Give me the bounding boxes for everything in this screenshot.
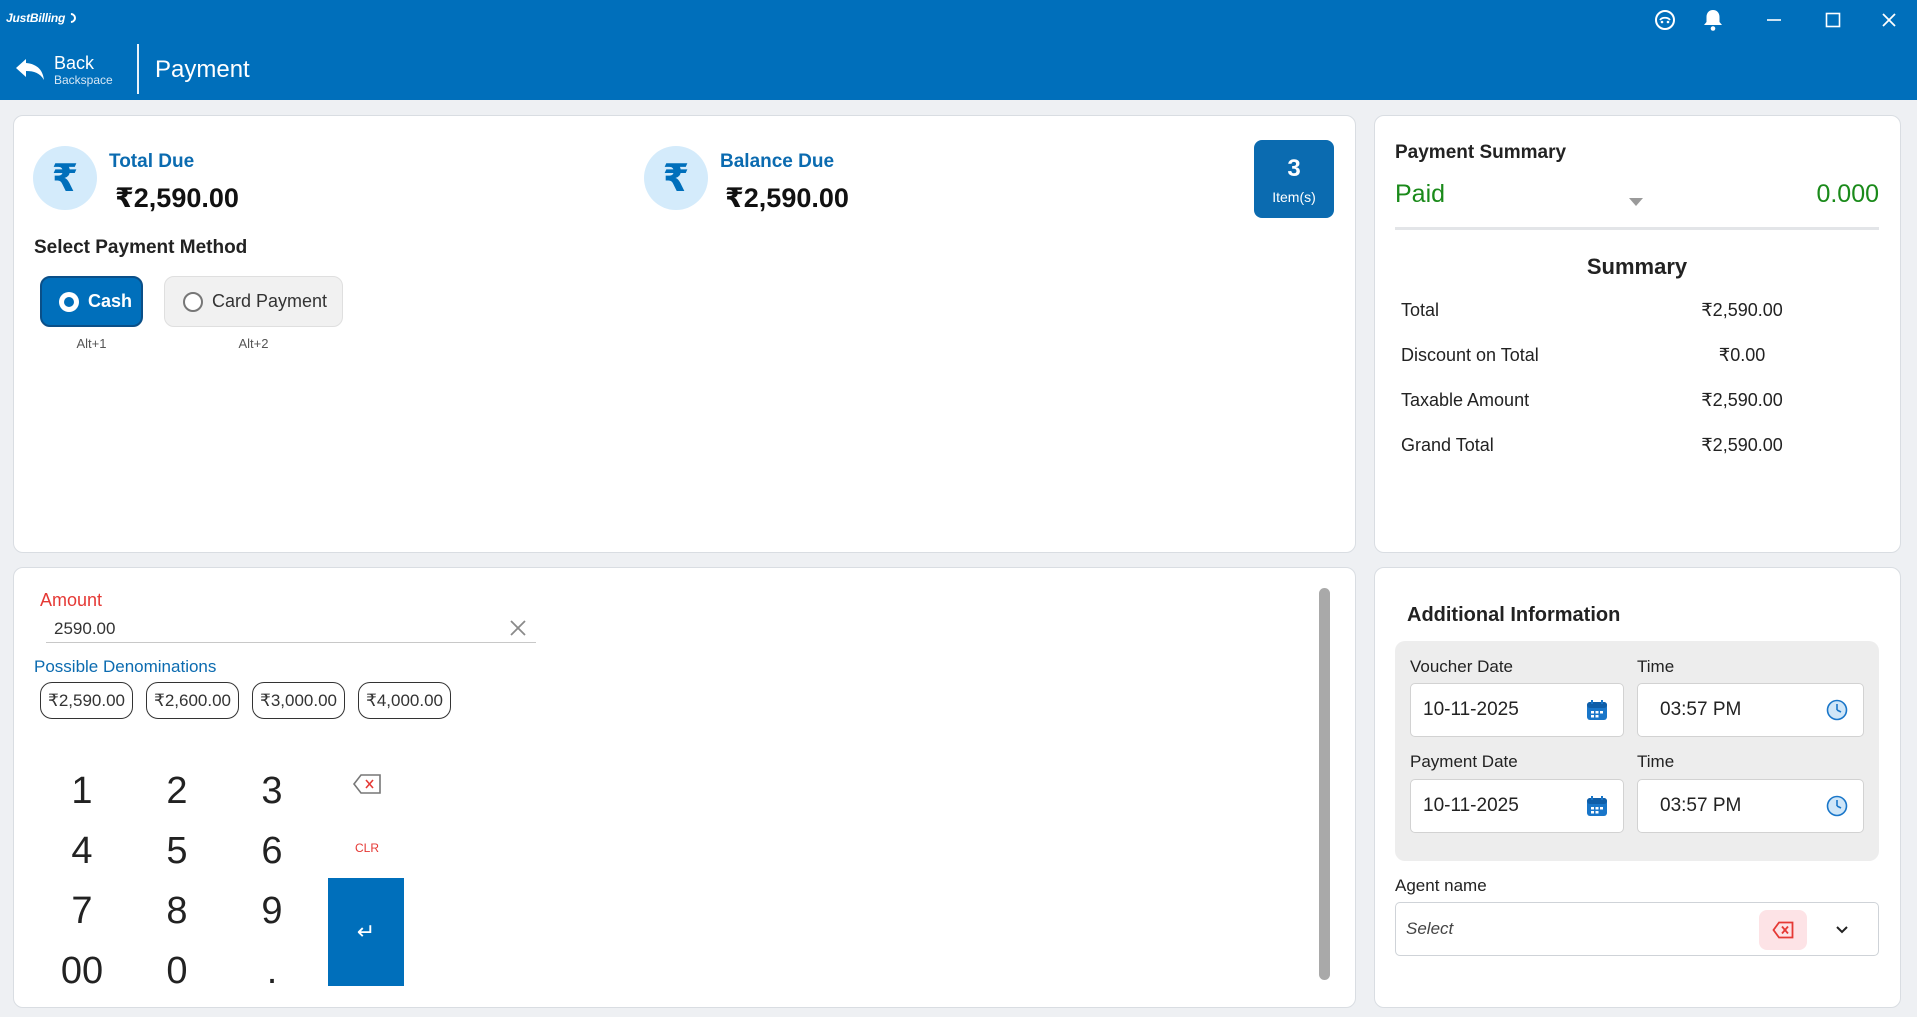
- payment-time-label: Time: [1637, 752, 1675, 771]
- payment-time-value: 03:57 PM: [1660, 795, 1742, 816]
- card-shortcut-hint: Alt+2: [238, 336, 269, 351]
- page-title: Payment: [155, 56, 250, 83]
- keypad-key-00[interactable]: 00: [52, 945, 112, 997]
- clock-icon[interactable]: [1823, 696, 1851, 724]
- payment-date-value: 10-11-2025: [1423, 795, 1519, 816]
- clock-icon[interactable]: [1823, 792, 1851, 820]
- paid-expand-caret-icon[interactable]: [1629, 198, 1643, 206]
- amount-input[interactable]: [46, 615, 536, 643]
- keypad-key-4[interactable]: 4: [52, 825, 112, 877]
- amount-label: Amount: [40, 590, 103, 610]
- keypad-key-5[interactable]: 5: [147, 825, 207, 877]
- calendar-icon[interactable]: [1583, 792, 1611, 820]
- denominations-label: Possible Denominations: [34, 657, 217, 676]
- additional-info-title: Additional Information: [1407, 604, 1621, 626]
- title-bar: JustBilling: [0, 0, 1917, 40]
- radio-unselected-icon: [183, 291, 203, 312]
- voucher-date-field[interactable]: 10-11-2025: [1410, 683, 1624, 737]
- summary-row-label: Grand Total: [1401, 435, 1494, 455]
- app-logo-text: JustBilling: [6, 11, 66, 25]
- keypad-backspace-icon[interactable]: [337, 758, 397, 810]
- maximize-icon[interactable]: [1813, 6, 1853, 34]
- notification-bell-icon[interactable]: [1693, 6, 1733, 34]
- voucher-time-label: Time: [1637, 657, 1675, 676]
- clear-agent-icon[interactable]: [1759, 910, 1807, 950]
- payment-method-cash[interactable]: Cash: [40, 276, 143, 327]
- keypad-key-8[interactable]: 8: [147, 885, 207, 937]
- agent-name-select[interactable]: Select: [1395, 902, 1879, 956]
- calendar-icon[interactable]: [1583, 696, 1611, 724]
- back-shortcut-hint: Backspace: [54, 73, 113, 87]
- back-button[interactable]: Back Backspace: [14, 50, 113, 90]
- denomination-chip[interactable]: ₹2,590.00: [40, 682, 133, 719]
- keypad-key-6[interactable]: 6: [242, 825, 302, 877]
- payment-date-field[interactable]: 10-11-2025: [1410, 779, 1624, 833]
- header-divider: [137, 44, 139, 94]
- support-chat-icon[interactable]: [1645, 6, 1685, 34]
- payment-summary-title: Payment Summary: [1395, 142, 1567, 163]
- back-arrow-icon: [16, 59, 44, 80]
- back-label: Back: [54, 53, 95, 73]
- summary-row-value: ₹2,590.00: [1701, 390, 1783, 410]
- keypad-key-0[interactable]: 0: [147, 945, 207, 997]
- payment-method-card[interactable]: Card Payment: [164, 276, 343, 327]
- payment-method-title: Select Payment Method: [34, 237, 248, 258]
- payment-method-label: Card Payment: [212, 291, 328, 311]
- total-due-value: ₹2,590.00: [115, 183, 239, 213]
- summary-row-value: ₹0.00: [1718, 345, 1766, 365]
- keypad-key-decimal[interactable]: .: [242, 945, 302, 997]
- clear-amount-icon[interactable]: [506, 616, 530, 640]
- agent-name-label: Agent name: [1395, 876, 1487, 895]
- voucher-time-field[interactable]: 03:57 PM: [1637, 683, 1864, 737]
- denomination-chip[interactable]: ₹2,600.00: [146, 682, 239, 719]
- summary-row-value: ₹2,590.00: [1701, 300, 1783, 320]
- chevron-down-icon[interactable]: [1830, 918, 1854, 942]
- app-logo: JustBilling: [6, 10, 79, 26]
- summary-row-value: ₹2,590.00: [1701, 435, 1783, 455]
- keypad-key-3[interactable]: 3: [242, 765, 302, 817]
- rupee-icon: ₹: [644, 146, 708, 210]
- radio-selected-icon: [59, 291, 79, 312]
- summary-row-label: Discount on Total: [1401, 345, 1539, 365]
- paid-label: Paid: [1395, 180, 1446, 208]
- amount-panel-scrollbar[interactable]: [1319, 588, 1330, 980]
- rupee-icon: ₹: [33, 146, 97, 210]
- payment-method-label: Cash: [88, 291, 133, 311]
- minimize-icon[interactable]: [1754, 6, 1794, 34]
- total-due-label: Total Due: [109, 151, 195, 172]
- items-label: Item(s): [1272, 189, 1316, 205]
- keypad-key-2[interactable]: 2: [147, 765, 207, 817]
- keypad-key-1[interactable]: 1: [52, 765, 112, 817]
- denomination-chip[interactable]: ₹3,000.00: [252, 682, 345, 719]
- summary-row-label: Total: [1401, 300, 1440, 320]
- keypad-key-7[interactable]: 7: [52, 885, 112, 937]
- keypad-enter-button[interactable]: ↵: [328, 878, 404, 986]
- voucher-date-label: Voucher Date: [1410, 657, 1514, 676]
- payment-time-field[interactable]: 03:57 PM: [1637, 779, 1864, 833]
- close-window-icon[interactable]: [1869, 6, 1909, 34]
- keypad-key-9[interactable]: 9: [242, 885, 302, 937]
- voucher-time-value: 03:57 PM: [1660, 699, 1742, 720]
- voucher-date-value: 10-11-2025: [1423, 699, 1519, 720]
- keypad-clear-button[interactable]: CLR: [337, 822, 397, 874]
- items-count-badge[interactable]: 3 Item(s): [1254, 140, 1334, 218]
- balance-due-value: ₹2,590.00: [725, 183, 849, 213]
- items-count: 3: [1287, 155, 1301, 182]
- payment-date-label: Payment Date: [1410, 752, 1518, 771]
- cash-shortcut-hint: Alt+1: [76, 336, 107, 351]
- denomination-chip[interactable]: ₹4,000.00: [358, 682, 451, 719]
- agent-placeholder: Select: [1406, 919, 1454, 938]
- paid-value: 0.000: [1816, 180, 1879, 208]
- summary-title: Summary: [1586, 254, 1688, 279]
- balance-due-label: Balance Due: [720, 151, 835, 172]
- summary-row-label: Taxable Amount: [1401, 390, 1530, 410]
- page-header: Back Backspace Payment: [0, 40, 1917, 100]
- paid-divider: [1395, 227, 1879, 230]
